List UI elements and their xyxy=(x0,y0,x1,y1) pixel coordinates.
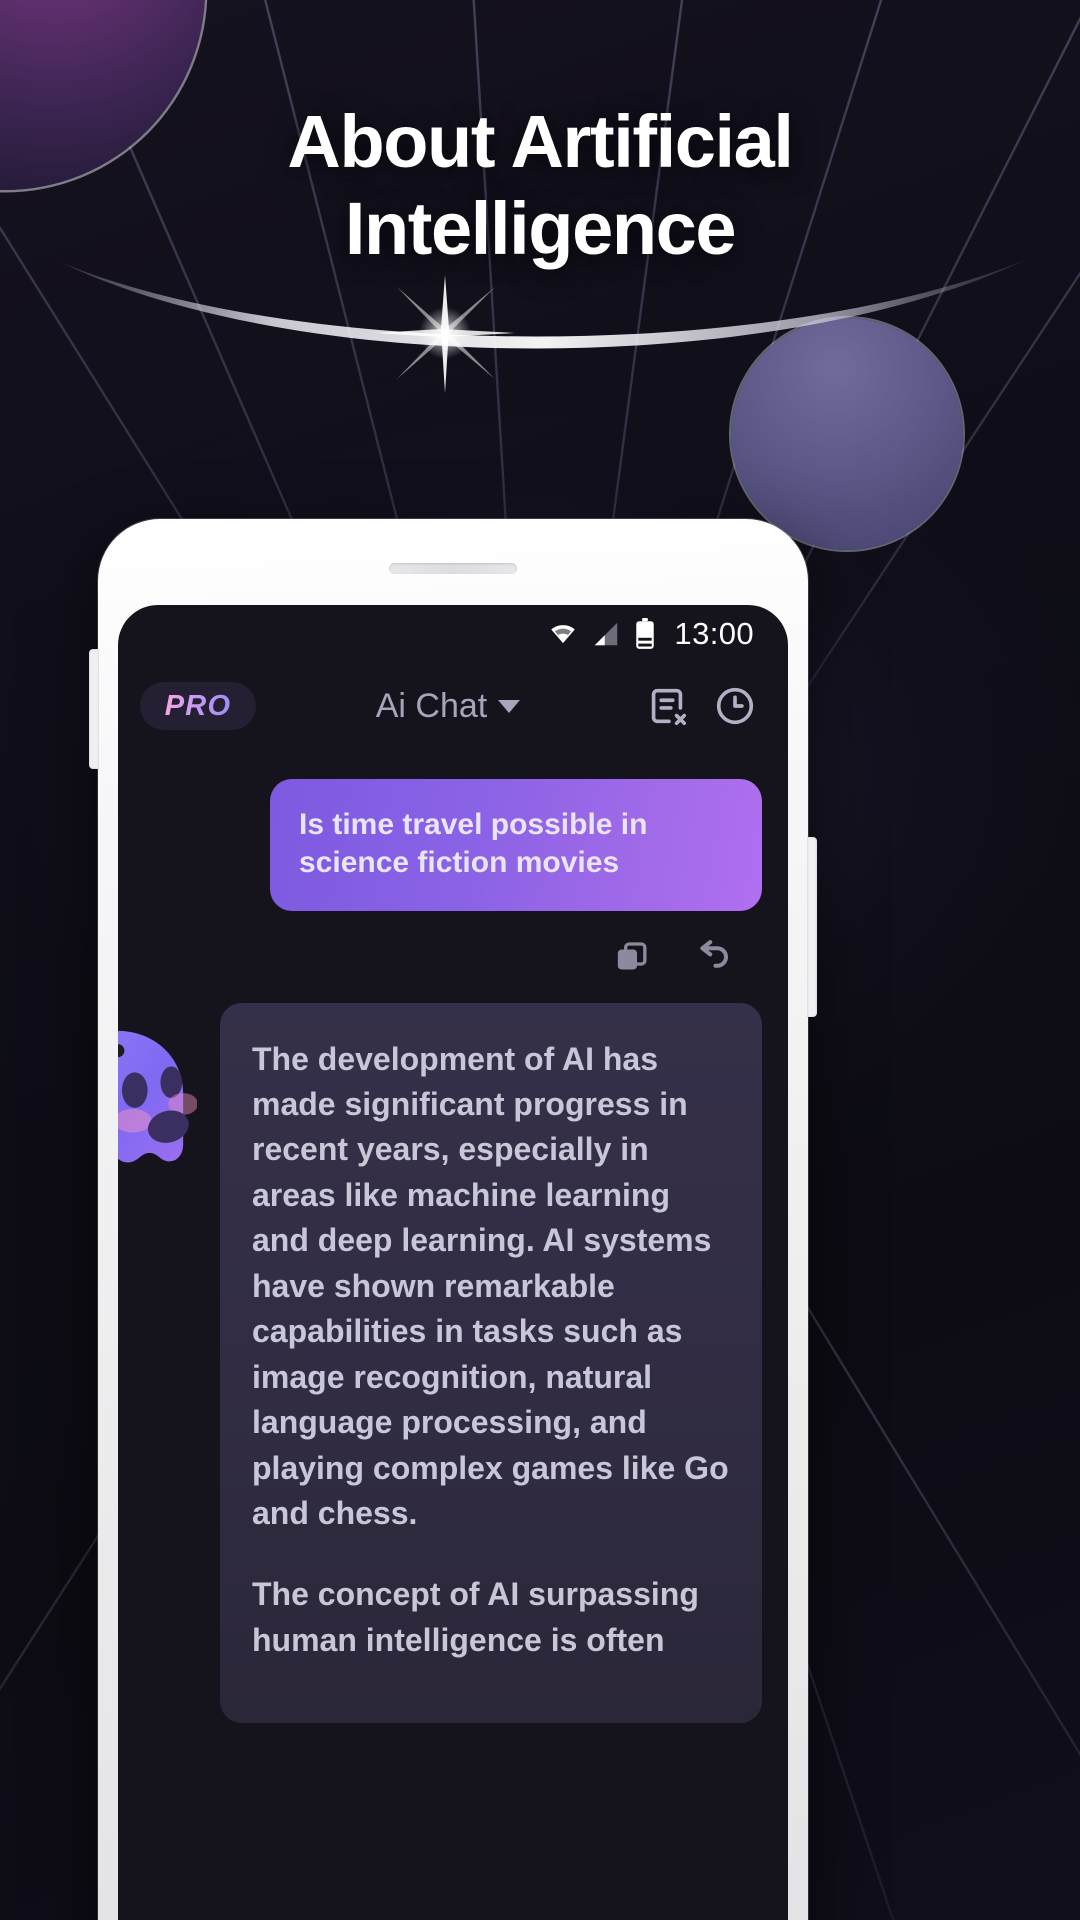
undo-regenerate-icon xyxy=(700,939,728,968)
message-action-bar xyxy=(144,911,762,981)
chat-model-selector[interactable]: Ai Chat xyxy=(270,687,626,726)
battery-icon xyxy=(636,618,655,649)
ai-mascot-avatar xyxy=(118,1030,197,1163)
phone-mockup: 13:00 PRO Ai Chat Is time travel possibl… xyxy=(89,519,817,1920)
assistant-message-bubble[interactable]: The development of AI has made significa… xyxy=(220,1002,762,1724)
chat-history-button[interactable] xyxy=(708,679,762,733)
regenerate-message-button[interactable] xyxy=(688,933,736,981)
phone-speaker-grille xyxy=(389,563,517,574)
chat-thread: Is time travel possible in science ficti… xyxy=(118,749,788,1724)
headline-line-1: About Artificial xyxy=(287,100,794,183)
poster-headline: About Artificial Intelligence xyxy=(0,98,1080,273)
assistant-paragraph-2: The concept of AI surpassing human intel… xyxy=(252,1576,699,1658)
headline-line-2: Intelligence xyxy=(344,187,737,271)
clear-chat-icon xyxy=(651,688,687,726)
user-message-bubble[interactable]: Is time travel possible in science ficti… xyxy=(270,779,762,911)
pro-badge[interactable]: PRO xyxy=(140,682,256,730)
copy-icon xyxy=(617,941,647,970)
lens-flare-sparkle-icon xyxy=(375,275,515,393)
user-message-row: Is time travel possible in science ficti… xyxy=(144,779,762,911)
history-clock-icon xyxy=(716,687,754,725)
app-header: PRO Ai Chat xyxy=(118,663,788,749)
assistant-message-row: The development of AI has made significa… xyxy=(118,1002,762,1724)
status-bar-time: 13:00 xyxy=(674,616,754,651)
copy-message-button[interactable] xyxy=(608,933,656,981)
phone-screen: 13:00 PRO Ai Chat Is time travel possibl… xyxy=(118,605,788,1920)
pro-badge-label: PRO xyxy=(164,689,232,722)
status-bar: 13:00 xyxy=(118,605,788,663)
assistant-paragraph-1: The development of AI has made significa… xyxy=(252,1040,729,1531)
chevron-down-icon xyxy=(498,699,521,713)
chat-title: Ai Chat xyxy=(375,686,488,725)
clear-chat-button[interactable] xyxy=(640,679,694,733)
phone-volume-button[interactable] xyxy=(89,649,99,769)
bottom-fade-overlay xyxy=(118,1849,788,1920)
phone-power-button[interactable] xyxy=(807,837,817,1017)
cellular-signal-icon xyxy=(595,622,618,646)
wifi-icon xyxy=(551,625,576,644)
